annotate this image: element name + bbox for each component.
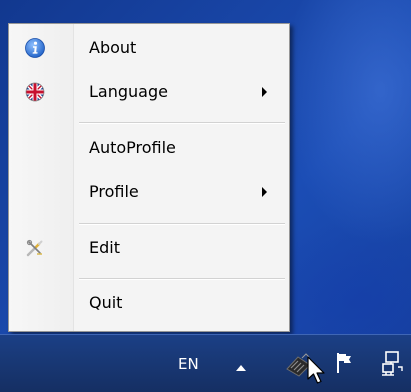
menu-item-label: Edit — [89, 238, 120, 257]
menu-item-about[interactable]: About — [11, 32, 287, 64]
menu-item-autoprofile[interactable]: AutoProfile — [11, 132, 287, 164]
context-menu: About Language AutoProfile Profile Edit … — [8, 23, 290, 332]
menu-item-quit[interactable]: Quit — [11, 287, 287, 319]
network-icon[interactable] — [378, 349, 406, 377]
menu-separator — [79, 122, 285, 124]
uk-flag-icon — [25, 82, 45, 102]
mouse-cursor-icon — [307, 356, 325, 384]
menu-item-profile[interactable]: Profile — [11, 176, 287, 208]
menu-separator — [79, 223, 285, 225]
menu-item-label: Language — [89, 82, 168, 101]
submenu-arrow-icon — [262, 87, 267, 97]
menu-item-label: Profile — [89, 182, 139, 201]
info-icon — [25, 38, 45, 58]
edit-tools-icon — [26, 239, 43, 257]
menu-item-label: About — [89, 38, 137, 57]
submenu-arrow-icon — [262, 187, 267, 197]
menu-item-edit[interactable]: Edit — [11, 232, 287, 264]
show-hidden-icons-arrow[interactable] — [236, 365, 246, 371]
action-center-flag-icon[interactable] — [334, 351, 354, 375]
language-indicator[interactable]: EN — [178, 355, 199, 373]
menu-separator — [79, 278, 285, 280]
taskbar: EN — [0, 334, 411, 392]
menu-item-language[interactable]: Language — [11, 76, 287, 108]
menu-item-label: Quit — [89, 293, 123, 312]
menu-item-label: AutoProfile — [89, 138, 176, 157]
